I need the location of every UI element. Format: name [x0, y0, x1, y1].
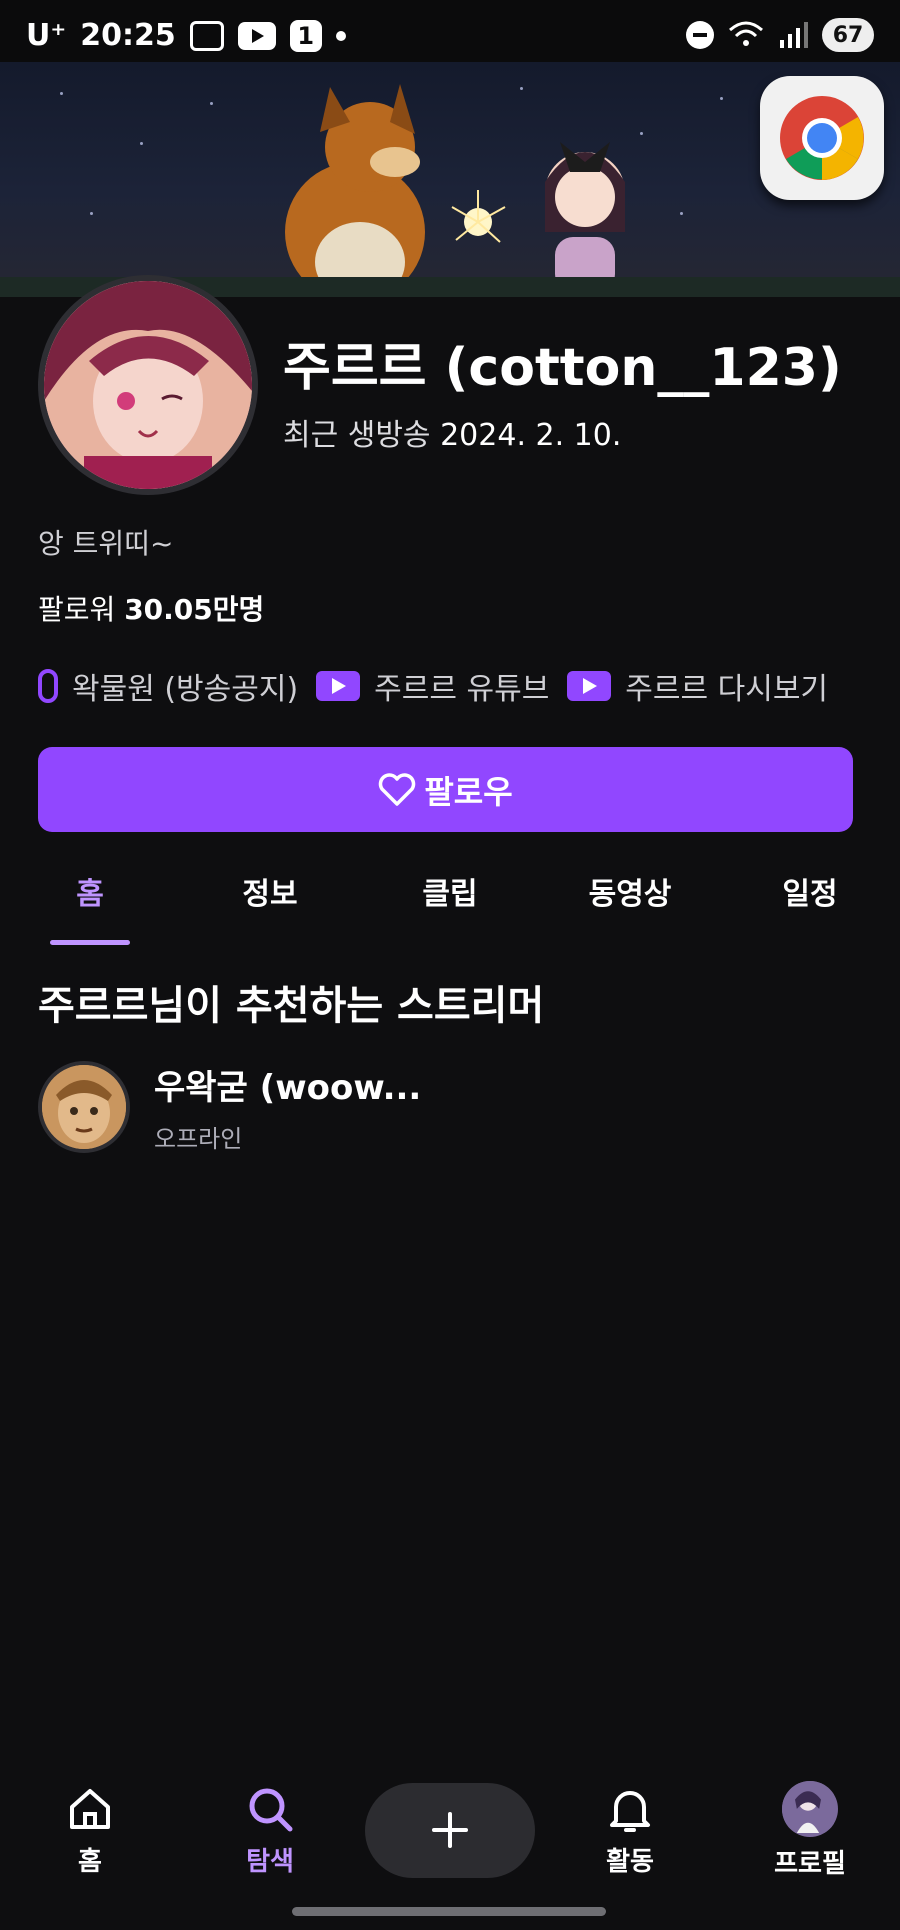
followers-value: 30.05만명 — [124, 593, 265, 626]
nav-explore[interactable]: 탐색 — [180, 1783, 360, 1878]
more-notifications-dot — [335, 30, 346, 41]
social-links: 왁물원 (방송공지) 주르르 유튜브 주르르 다시보기 — [38, 664, 828, 708]
profile-avatar[interactable] — [38, 275, 258, 495]
follow-button[interactable]: 팔로우 — [38, 747, 853, 832]
tab-about[interactable]: 정보 — [180, 855, 360, 945]
wifi-icon — [729, 21, 763, 46]
chrome-floating-icon[interactable] — [760, 76, 884, 200]
channel-banner — [0, 62, 900, 297]
channel-tabs: 홈 정보 클립 동영상 일정 — [0, 855, 900, 945]
nav-home[interactable]: 홈 — [0, 1783, 180, 1878]
create-button[interactable] — [365, 1782, 535, 1878]
tab-clips[interactable]: 클립 — [360, 855, 540, 945]
nav-explore-label: 탐색 — [246, 1846, 294, 1877]
recommended-streamer-item[interactable]: 우왁굳 (woow... 오프라인 — [38, 1060, 421, 1154]
nav-profile-label: 프로필 — [774, 1848, 846, 1879]
tab-videos[interactable]: 동영상 — [540, 855, 720, 945]
signal-icon — [780, 22, 808, 48]
plus-icon — [432, 1812, 468, 1848]
bell-icon — [610, 1790, 650, 1832]
link-youtube-replay[interactable]: 주르르 다시보기 — [567, 664, 828, 708]
carrier-label: U⁺ — [26, 18, 67, 53]
heart-icon — [379, 772, 416, 806]
follower-count: 팔로워 30.05만명 — [38, 588, 264, 628]
link-icon — [38, 669, 58, 703]
last-live-label: 최근 생방송 — [283, 418, 431, 453]
bottom-navigation: 홈 탐색 활동 프로필 — [0, 1775, 900, 1885]
last-live-info: 최근 생방송 2024. 2. 10. — [283, 410, 621, 454]
recommended-section-title: 주르르님이 추천하는 스트리머 — [38, 983, 545, 1029]
nav-home-label: 홈 — [78, 1846, 102, 1877]
status-bar: U⁺ 20:25 1 67 — [0, 0, 900, 70]
last-live-date: 2024. 2. 10. — [440, 418, 622, 453]
nav-profile[interactable]: 프로필 — [720, 1780, 900, 1880]
channel-name: 주르르 (cotton__123) — [283, 338, 842, 398]
streamer-name: 우왁굳 (woow... — [154, 1068, 422, 1108]
channel-bio: 앙 트위띠~ — [38, 527, 174, 560]
home-icon — [70, 1788, 110, 1829]
link-label: 주르르 다시보기 — [625, 672, 829, 707]
profile-avatar-small — [782, 1780, 838, 1837]
followers-label: 팔로워 — [38, 593, 116, 626]
clock: 20:25 — [80, 18, 176, 53]
battery-indicator: 67 — [822, 18, 874, 52]
search-icon — [249, 1788, 293, 1831]
youtube-icon — [316, 671, 361, 701]
link-label: 주르르 유튜브 — [374, 672, 550, 707]
screenshot-icon — [189, 20, 224, 51]
tab-home[interactable]: 홈 — [0, 855, 180, 945]
tab-schedule[interactable]: 일정 — [720, 855, 900, 945]
youtube-notification-icon — [237, 21, 276, 50]
streamer-avatar — [38, 1061, 130, 1153]
link-youtube[interactable]: 주르르 유튜브 — [316, 664, 549, 708]
notification-count-badge: 1 — [289, 19, 322, 52]
nav-activity-label: 활동 — [606, 1846, 654, 1877]
home-indicator[interactable] — [292, 1907, 606, 1916]
link-label: 왁물원 (방송공지) — [72, 672, 299, 707]
youtube-icon — [567, 671, 612, 701]
nav-activity[interactable]: 활동 — [540, 1783, 720, 1878]
follow-button-label: 팔로우 — [424, 772, 513, 811]
streamer-status: 오프라인 — [154, 1125, 243, 1153]
link-cafe-notice[interactable]: 왁물원 (방송공지) — [38, 664, 298, 708]
do-not-disturb-icon — [686, 21, 714, 49]
